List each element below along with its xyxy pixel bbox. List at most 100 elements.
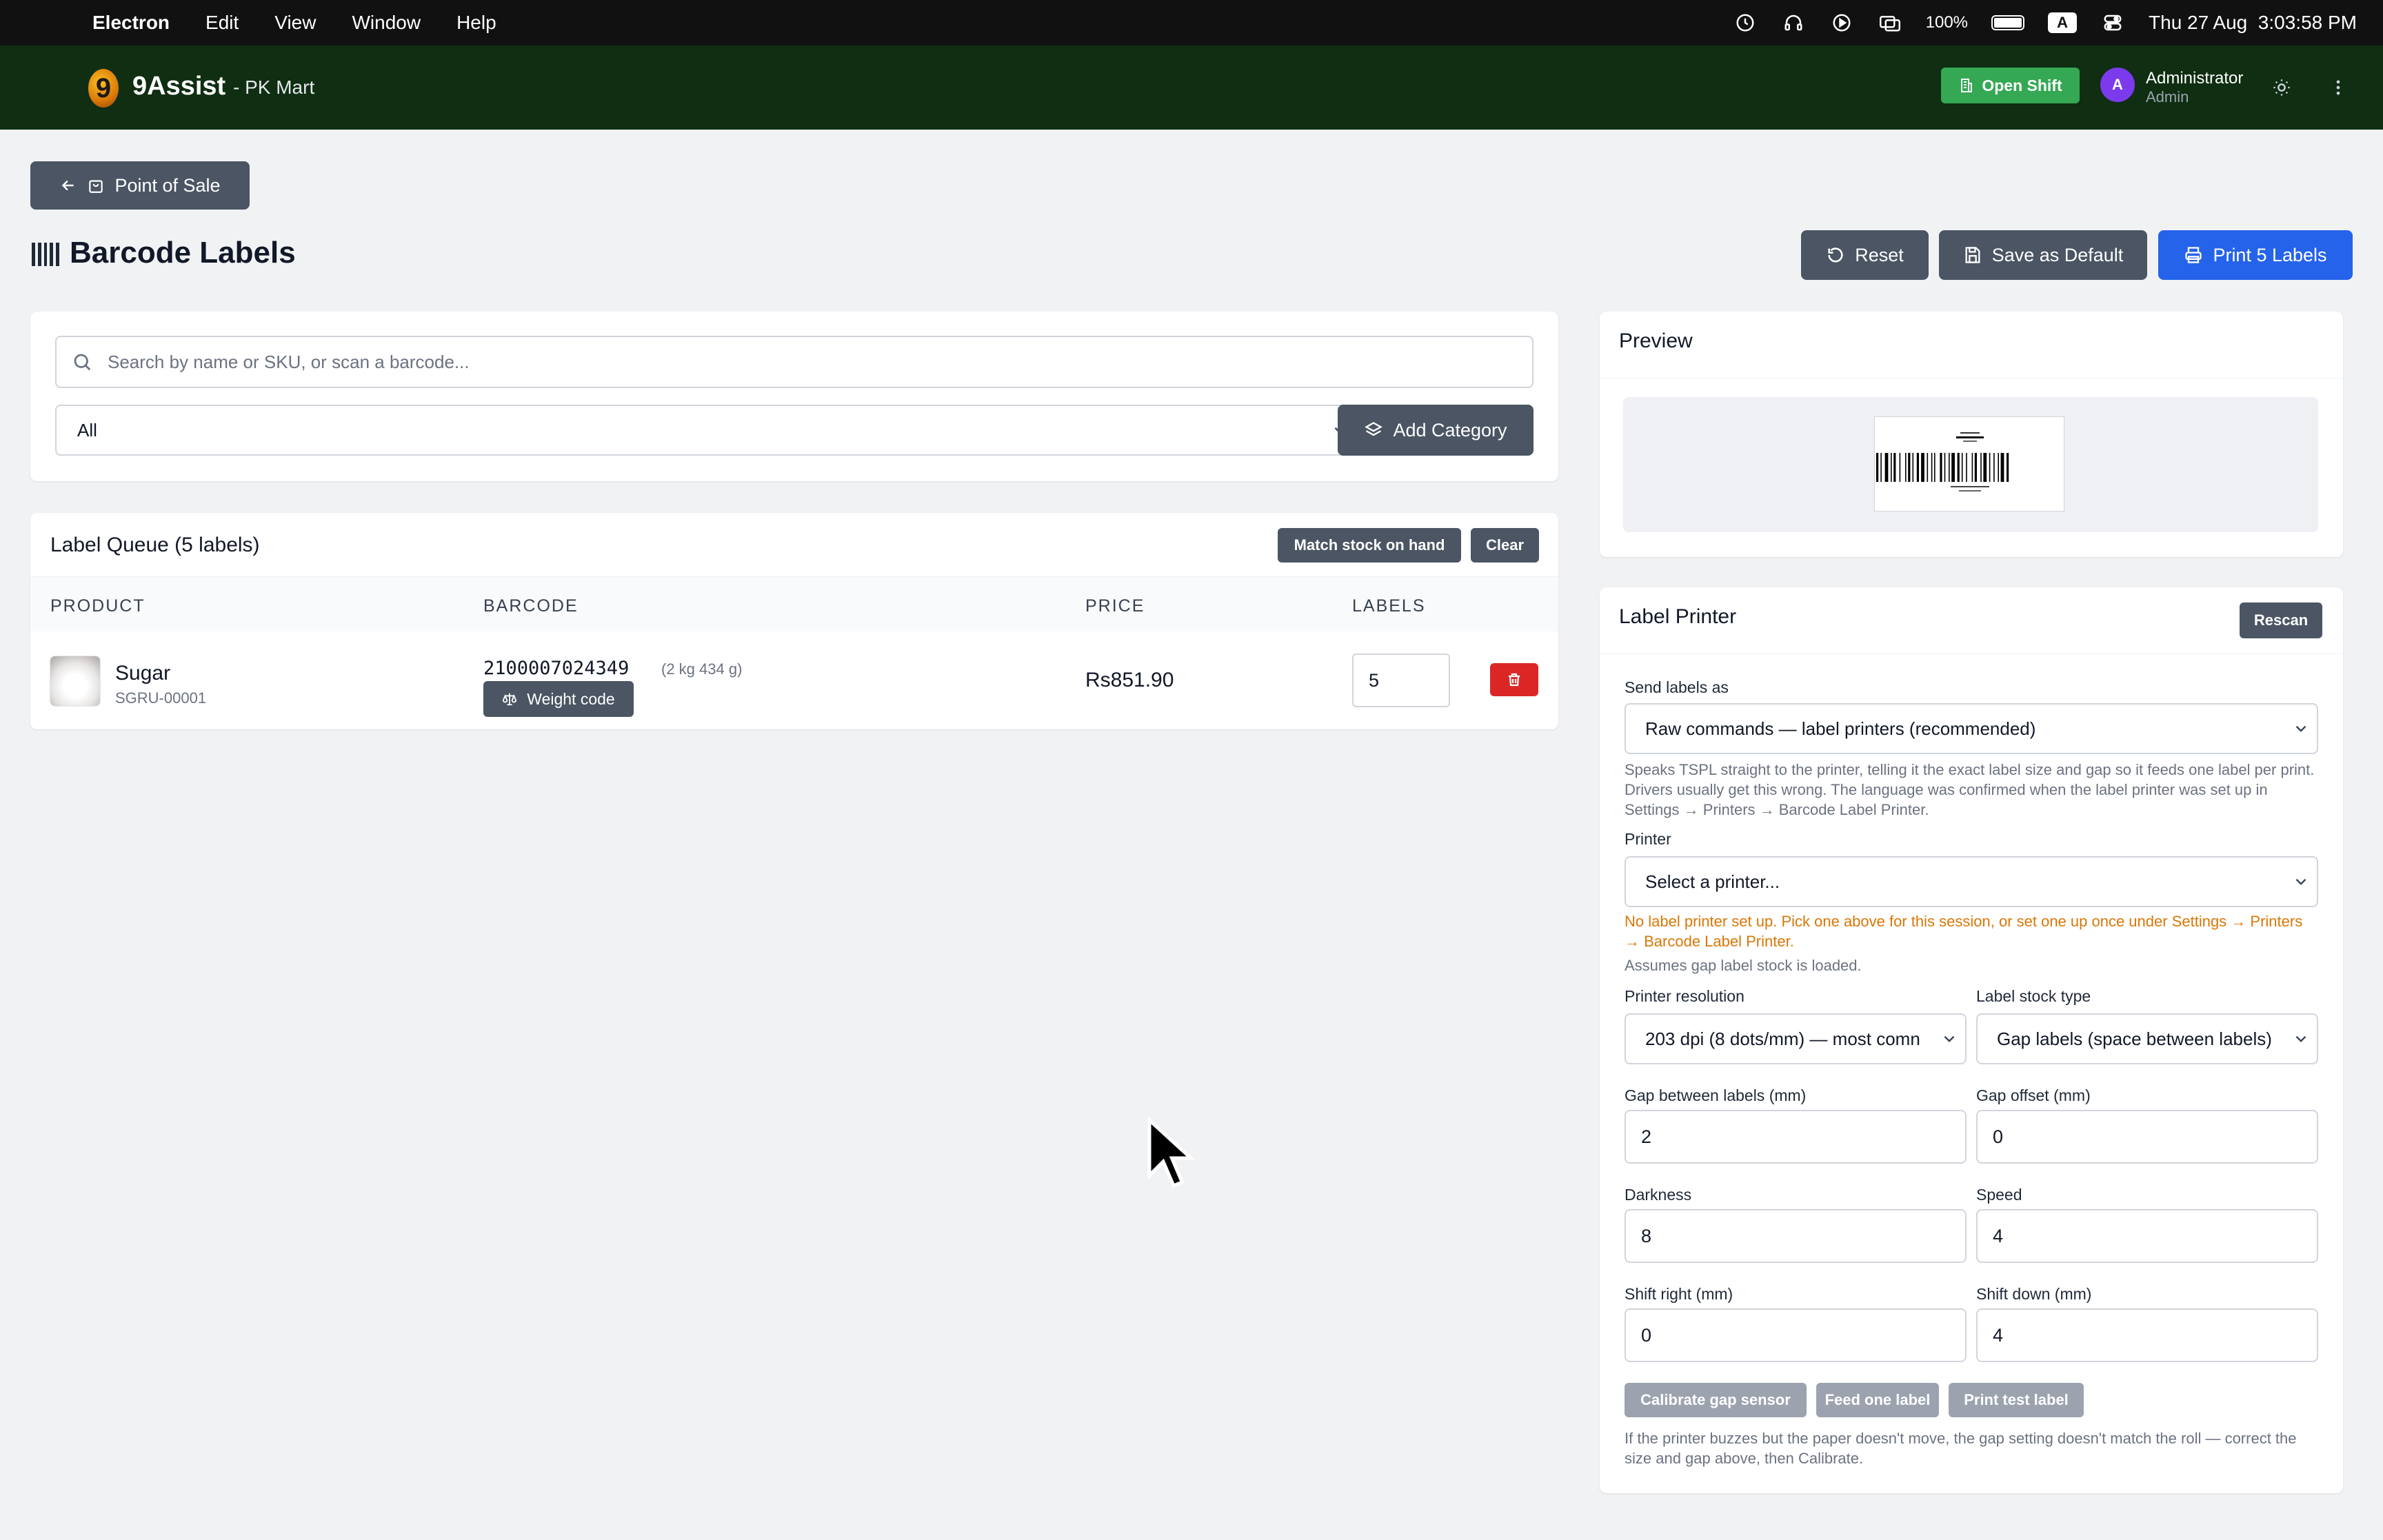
input-source-icon[interactable]: A [2048,12,2078,33]
column-price: PRICE [1085,596,1145,616]
product-thumbnail [50,656,101,707]
chevron-down-icon [2295,878,2306,885]
labels-quantity-input[interactable]: 5 [1352,654,1450,707]
label-printer-card: Label Printer Rescan Send labels as Raw … [1600,587,2343,1493]
theme-toggle-icon[interactable] [2270,76,2293,99]
menu-window[interactable]: Window [352,12,421,34]
back-to-pos-button[interactable]: Point of Sale [30,161,250,210]
chevron-down-icon [2295,725,2306,732]
menu-edit[interactable]: Edit [205,12,239,34]
gap-offset-input[interactable]: 0 [1976,1110,2318,1164]
user-name[interactable]: Administrator [2146,69,2243,88]
reset-icon [1828,247,1843,263]
add-category-button[interactable]: Add Category [1338,405,1534,456]
product-sku: SGRU-00001 [115,689,207,707]
chevron-down-icon [2292,1030,2310,1048]
resolution-select[interactable]: 203 dpi (8 dots/mm) — most comn [1625,1013,1967,1064]
darkness-input[interactable]: 8 [1625,1209,1967,1263]
print-labels-button[interactable]: Print 5 Labels [2158,230,2353,280]
stock-type-value: Gap labels (space between labels) [1997,1028,2272,1049]
chevron-down-icon [1940,1030,1958,1048]
product-search[interactable] [55,336,1534,388]
gap-input[interactable]: 2 [1625,1110,1967,1164]
calibrate-gap-button[interactable]: Calibrate gap sensor [1625,1383,1807,1417]
brand-logo: 9 [88,69,119,108]
stock-type-select[interactable]: Gap labels (space between labels) [1976,1013,2318,1064]
weight-code-badge: Weight code [483,681,634,717]
label-queue-card: Label Queue (5 labels) Match stock on ha… [30,513,1558,729]
table-row: Sugar SGRU-00001 2100007024349 (2 kg 434… [30,631,1558,729]
print-test-button[interactable]: Print test label [1949,1383,2084,1417]
more-options-icon[interactable] [2326,76,2350,99]
open-shift-button[interactable]: Open Shift [1941,68,2080,103]
control-center-icon[interactable] [2100,12,2125,33]
send-as-select[interactable]: Raw commands — label printers (recommend… [1625,703,2318,754]
menu-app-name[interactable]: Electron [92,12,170,34]
shift-right-label: Shift right (mm) [1625,1285,1733,1303]
speed-input[interactable]: 4 [1976,1209,2318,1263]
search-input[interactable] [108,351,1487,373]
gap-label: Gap between labels (mm) [1625,1086,1807,1104]
page-title: Barcode Labels [70,236,296,270]
save-default-button[interactable]: Save as Default [1939,230,2147,280]
save-default-label: Save as Default [1991,244,2124,265]
clear-queue-button[interactable]: Clear [1471,528,1539,563]
product-price: Rs851.90 [1085,669,1174,691]
app-header: 9 9Assist - PK Mart Open Shift A Adminis… [0,45,2383,130]
product-barcode: 2100007024349 [483,658,630,679]
preview-area [1623,397,2318,532]
search-icon [74,354,91,371]
category-value: All [77,419,97,440]
shift-down-label: Shift down (mm) [1976,1285,2092,1303]
barcode-icon [32,243,59,266]
delete-row-button[interactable] [1490,663,1538,696]
gap-stock-note: Assumes gap label stock is loaded. [1625,957,1862,974]
queue-title: Label Queue (5 labels) [50,534,260,556]
printer-label: Printer [1625,830,1671,848]
send-as-help: Speaks TSPL straight to the printer, tel… [1625,761,2315,818]
mac-menubar: Electron Edit View Window Help 100% A Th… [0,0,2383,45]
send-as-label: Send labels as [1625,678,1729,696]
match-stock-button[interactable]: Match stock on hand [1278,528,1461,563]
save-icon [1965,247,1980,263]
printer-value: Select a printer... [1645,871,1780,892]
resolution-value: 203 dpi (8 dots/mm) — most comn [1645,1028,1920,1049]
shopping-bag-icon [89,180,103,193]
back-label: Point of Sale [114,174,221,196]
send-as-value: Raw commands — label printers (recommend… [1645,718,2036,739]
darkness-label: Darkness [1625,1186,1692,1204]
brand-name: 9Assist [132,72,226,101]
stock-type-label: Label stock type [1976,987,2091,1005]
table-header: PRODUCT BARCODE PRICE LABELS [30,576,1558,631]
category-select[interactable]: All [55,405,1357,456]
avatar[interactable]: A [2100,68,2135,102]
store-name: - PK Mart [233,77,315,98]
column-labels: LABELS [1352,596,1426,616]
battery-icon[interactable] [1991,15,2025,30]
clock[interactable]: Thu 27 Aug 3:03:58 PM [2149,12,2357,34]
print-labels-label: Print 5 Labels [2213,244,2327,265]
rescan-button[interactable]: Rescan [2240,602,2322,638]
trash-icon [1509,673,1520,687]
time-machine-icon[interactable] [1733,12,1758,33]
arrow-left-icon [62,180,74,191]
shift-down-input[interactable]: 4 [1976,1308,2318,1362]
add-category-label: Add Category [1393,419,1507,440]
column-product: PRODUCT [50,596,145,616]
screen-mirroring-icon[interactable] [1878,12,1902,33]
shift-right-input[interactable]: 0 [1625,1308,1967,1362]
reset-button[interactable]: Reset [1801,230,1929,280]
menu-help[interactable]: Help [456,12,496,34]
feed-label-button[interactable]: Feed one label [1816,1383,1939,1417]
headphones-icon[interactable] [1781,12,1806,33]
printer-select[interactable]: Select a printer... [1625,856,2318,907]
user-role: Admin [2146,88,2189,105]
label-preview [1874,416,2064,511]
product-name: Sugar [115,662,171,685]
play-icon[interactable] [1829,12,1854,33]
label-printer-title: Label Printer [1619,605,1737,628]
search-card: All Add Category [30,312,1558,481]
preview-title: Preview [1619,330,1693,352]
reset-label: Reset [1855,244,1904,265]
menu-view[interactable]: View [274,12,316,34]
